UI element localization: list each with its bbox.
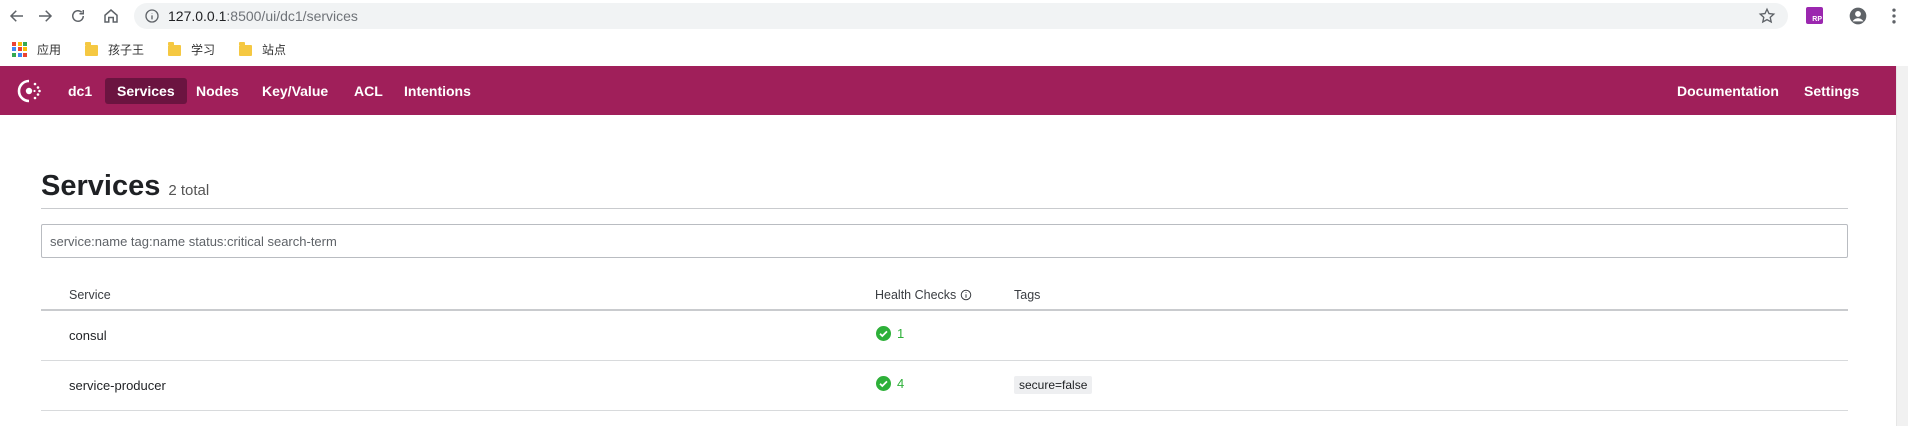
bookmark-folder[interactable]: 孩子王 bbox=[81, 37, 148, 61]
bookmarks-bar: 应用 孩子王 学习 站点 bbox=[0, 32, 1908, 66]
forward-arrow-icon[interactable] bbox=[30, 1, 60, 31]
bookmark-label: 孩子王 bbox=[108, 42, 145, 57]
column-header-health-label: Health Checks bbox=[875, 288, 957, 302]
check-circle-icon bbox=[876, 376, 891, 391]
folder-icon bbox=[239, 41, 253, 56]
bookmark-apps[interactable]: 应用 bbox=[8, 37, 65, 61]
services-table: Service Health Checks Tags consul 1 serv… bbox=[41, 278, 1848, 411]
service-tag: secure=false bbox=[1014, 376, 1093, 394]
main-nav: dc1 Services Nodes Key/Value ACL Intenti… bbox=[0, 66, 1896, 115]
more-vertical-icon[interactable] bbox=[1884, 6, 1904, 26]
browser-toolbar: 127.0.0.1:8500/ui/dc1/services RP bbox=[0, 0, 1908, 32]
header-divider bbox=[41, 208, 1848, 209]
service-count: 2 total bbox=[168, 182, 210, 199]
health-checks-passing: 1 bbox=[876, 326, 904, 341]
passing-count: 1 bbox=[897, 326, 905, 341]
nav-services[interactable]: Services bbox=[105, 78, 187, 104]
folder-icon bbox=[85, 41, 99, 56]
tags-cell: secure=false bbox=[1014, 376, 1093, 394]
consul-logo-icon[interactable] bbox=[16, 78, 44, 104]
url-host: 127.0.0.1 bbox=[168, 8, 227, 24]
nav-nodes[interactable]: Nodes bbox=[184, 78, 251, 104]
table-row[interactable]: consul 1 bbox=[41, 311, 1848, 361]
info-icon[interactable] bbox=[144, 8, 160, 24]
bookmark-label: 站点 bbox=[262, 42, 287, 57]
table-row[interactable]: service-producer 4 secure=false bbox=[41, 361, 1848, 411]
page-title: Services bbox=[41, 170, 161, 202]
nav-settings[interactable]: Settings bbox=[1792, 78, 1871, 104]
folder-icon bbox=[168, 41, 182, 56]
health-checks-passing: 4 bbox=[876, 376, 904, 391]
apps-grid-icon bbox=[12, 41, 27, 57]
page-scrollbar[interactable] bbox=[1896, 66, 1908, 426]
passing-count: 4 bbox=[897, 376, 905, 391]
back-arrow-icon[interactable] bbox=[2, 1, 32, 31]
bookmark-folder[interactable]: 站点 bbox=[235, 37, 290, 61]
nav-acl[interactable]: ACL bbox=[342, 78, 395, 104]
column-header-service: Service bbox=[69, 288, 111, 302]
nav-intentions[interactable]: Intentions bbox=[392, 78, 483, 104]
home-icon[interactable] bbox=[96, 1, 126, 31]
check-circle-icon bbox=[876, 326, 891, 341]
bookmark-folder[interactable]: 学习 bbox=[164, 37, 219, 61]
reload-icon[interactable] bbox=[63, 1, 93, 31]
page-header: Services 2 total bbox=[41, 170, 209, 203]
table-header: Service Health Checks Tags bbox=[41, 278, 1848, 311]
star-icon[interactable] bbox=[1758, 7, 1776, 25]
profile-icon[interactable] bbox=[1848, 6, 1868, 26]
extension-icon[interactable]: RP bbox=[1806, 7, 1823, 24]
nav-documentation[interactable]: Documentation bbox=[1665, 78, 1791, 104]
bookmark-label: 学习 bbox=[191, 42, 216, 57]
column-header-tags: Tags bbox=[1014, 288, 1041, 302]
address-bar[interactable]: 127.0.0.1:8500/ui/dc1/services bbox=[134, 3, 1788, 29]
datacenter-selector[interactable]: dc1 bbox=[56, 78, 104, 104]
service-name-link[interactable]: consul bbox=[69, 328, 107, 343]
nav-key-value[interactable]: Key/Value bbox=[250, 78, 340, 104]
url-path: :8500/ui/dc1/services bbox=[226, 8, 358, 24]
bookmark-label: 应用 bbox=[37, 42, 62, 57]
search-input[interactable] bbox=[41, 224, 1848, 258]
column-header-health-checks: Health Checks bbox=[875, 288, 972, 302]
service-name-link[interactable]: service-producer bbox=[69, 378, 166, 393]
info-icon[interactable] bbox=[960, 289, 972, 301]
